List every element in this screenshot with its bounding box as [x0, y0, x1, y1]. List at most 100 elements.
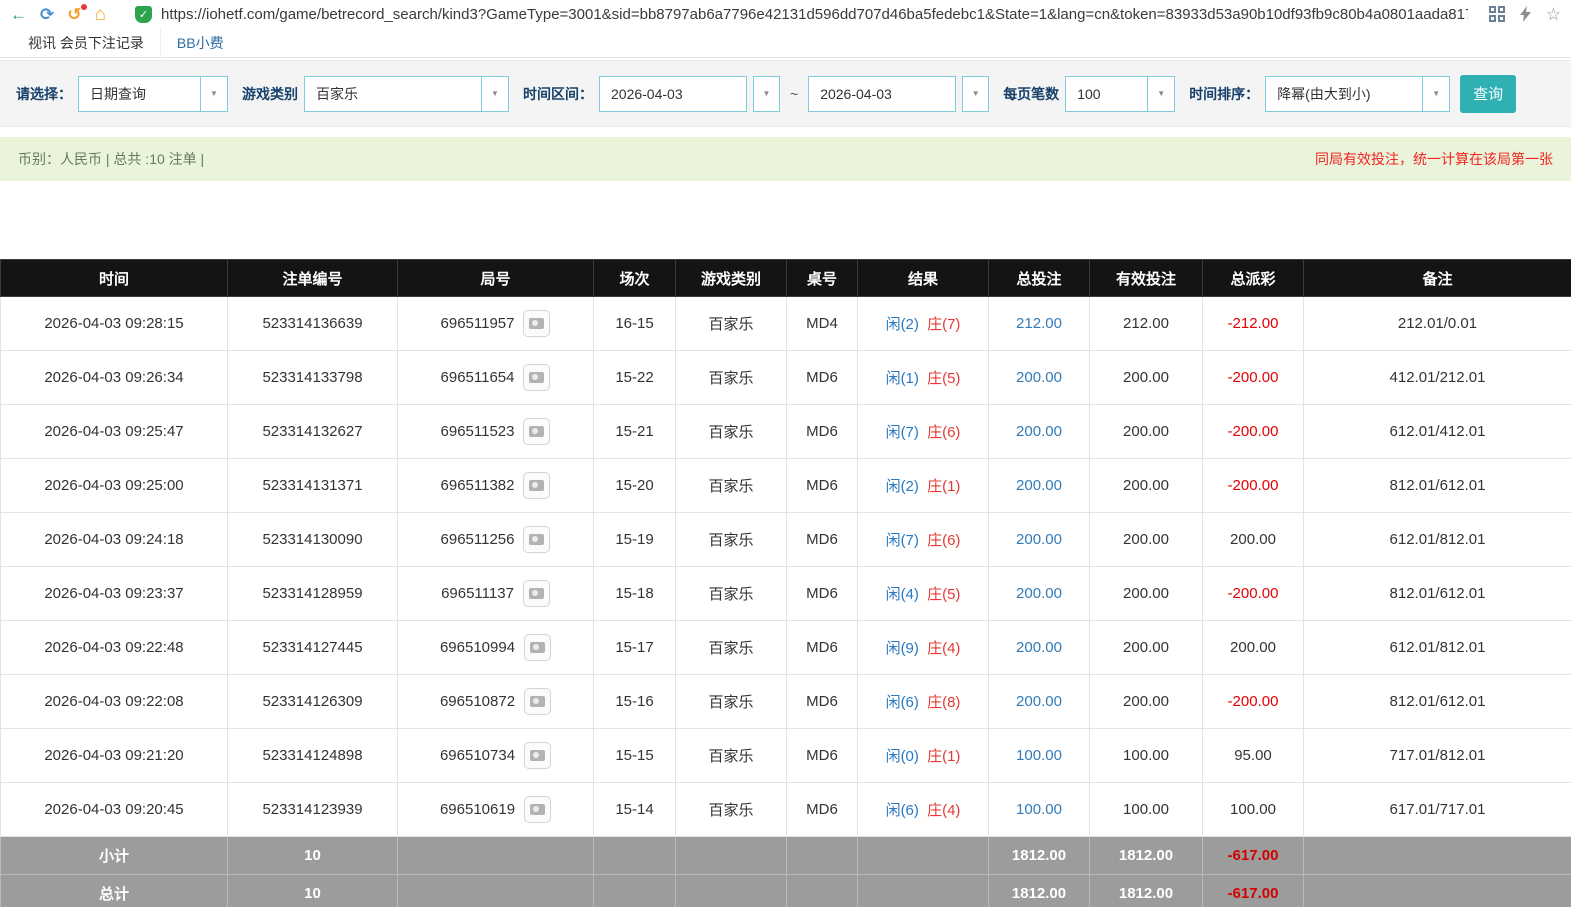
cell-remark: 812.01/612.01 — [1303, 458, 1571, 513]
video-replay-icon[interactable] — [522, 580, 550, 607]
query-type-select[interactable]: 日期查询 ▼ — [78, 75, 228, 112]
cell-bet-id: 523314136639 — [227, 296, 398, 351]
banker-result: 庄(7) — [927, 316, 961, 333]
video-replay-icon[interactable] — [523, 364, 551, 391]
tab-video-bet-records[interactable]: 视讯 会员下注记录 — [12, 29, 160, 57]
cell-bet-id: 523314124898 — [227, 728, 398, 783]
cell-total-bet[interactable]: 200.00 — [988, 350, 1090, 405]
address-bar[interactable]: ✓ https://iohetf.com/game/betrecord_sear… — [119, 5, 1468, 23]
cell-game-type: 百家乐 — [675, 404, 787, 459]
lightning-icon[interactable] — [1519, 6, 1531, 22]
cell-total-bet[interactable]: 200.00 — [988, 458, 1090, 513]
cell-total-bet[interactable]: 200.00 — [988, 566, 1090, 621]
video-replay-icon[interactable] — [523, 526, 551, 553]
grand-total-row: 总计 10 1812.00 1812.00 -617.00 — [0, 874, 1571, 907]
chevron-down-icon[interactable]: ▼ — [1422, 76, 1449, 111]
video-replay-icon[interactable] — [524, 796, 552, 823]
video-replay-icon[interactable] — [524, 688, 552, 715]
col-header-time: 时间 — [0, 259, 228, 297]
empty-cell — [397, 836, 594, 875]
table-row: 2026-04-03 09:26:34 523314133798 6965116… — [0, 350, 1571, 405]
cell-total-bet[interactable]: 200.00 — [988, 620, 1090, 675]
cell-game-type: 百家乐 — [675, 512, 787, 567]
cell-time: 2026-04-03 09:22:48 — [0, 620, 228, 675]
chevron-down-icon[interactable]: ▼ — [200, 76, 227, 111]
chevron-down-icon[interactable]: ▼ — [1147, 76, 1174, 111]
cell-total-bet[interactable]: 100.00 — [988, 728, 1090, 783]
bookmark-star-icon[interactable]: ☆ — [1546, 6, 1561, 23]
empty-cell — [675, 874, 787, 907]
tab-bb-tip[interactable]: BB小费 — [159, 28, 240, 57]
banker-result: 庄(6) — [927, 532, 961, 549]
video-replay-icon[interactable] — [524, 634, 552, 661]
browser-right-icons: ☆ — [1481, 6, 1561, 23]
empty-cell — [857, 836, 989, 875]
cell-time: 2026-04-03 09:26:34 — [0, 350, 228, 405]
video-replay-icon[interactable] — [523, 418, 551, 445]
total-payout: -617.00 — [1202, 874, 1304, 907]
col-header-table-no: 桌号 — [786, 259, 858, 297]
game-type-label: 游戏类别 — [242, 85, 298, 102]
cell-payout: -200.00 — [1202, 674, 1304, 729]
date-from-input[interactable]: 2026-04-03 — [599, 75, 747, 112]
empty-cell — [397, 874, 594, 907]
table-row: 2026-04-03 09:21:20 523314124898 6965107… — [0, 728, 1571, 783]
cell-payout: -200.00 — [1202, 350, 1304, 405]
video-replay-icon[interactable] — [523, 472, 551, 499]
date-to-input[interactable]: 2026-04-03 — [808, 75, 957, 112]
cell-total-bet[interactable]: 200.00 — [988, 674, 1090, 729]
cell-table-no: MD6 — [786, 512, 858, 567]
video-replay-icon[interactable] — [523, 310, 551, 337]
cell-total-bet[interactable]: 200.00 — [988, 512, 1090, 567]
banker-result: 庄(8) — [927, 694, 961, 711]
cell-session: 16-15 — [593, 296, 676, 351]
cell-table-no: MD6 — [786, 728, 858, 783]
table-row: 2026-04-03 09:20:45 523314123939 6965106… — [0, 782, 1571, 837]
cell-bet-id: 523314130090 — [227, 512, 398, 567]
cell-bet-id: 523314131371 — [227, 458, 398, 513]
query-button[interactable]: 查询 — [1460, 74, 1517, 113]
cell-total-bet[interactable]: 200.00 — [988, 404, 1090, 459]
empty-cell — [857, 874, 989, 907]
cell-session: 15-22 — [593, 350, 676, 405]
sort-order-label: 时间排序： — [1189, 85, 1260, 102]
cell-game-type: 百家乐 — [675, 296, 787, 351]
chevron-down-icon[interactable]: ▼ — [962, 75, 990, 112]
cell-remark: 612.01/412.01 — [1303, 404, 1571, 459]
url-text[interactable]: https://iohetf.com/game/betrecord_search… — [161, 6, 1468, 23]
cell-payout: -200.00 — [1202, 566, 1304, 621]
cell-result: 闲(0) 庄(1) — [857, 728, 989, 783]
refresh-icon[interactable]: ⟳ — [40, 6, 54, 23]
cell-valid-bet: 200.00 — [1089, 350, 1203, 405]
back-icon[interactable]: ← — [10, 6, 27, 23]
empty-cell — [593, 836, 676, 875]
video-replay-icon[interactable] — [524, 742, 552, 769]
game-type-select[interactable]: 百家乐 ▼ — [304, 75, 509, 112]
round-number: 696511654 — [440, 369, 515, 386]
undo-icon[interactable]: ↺ — [67, 3, 87, 23]
cell-valid-bet: 200.00 — [1089, 620, 1203, 675]
cell-table-no: MD6 — [786, 458, 858, 513]
chevron-down-icon[interactable]: ▼ — [753, 75, 780, 112]
empty-cell — [593, 874, 676, 907]
cell-time: 2026-04-03 09:23:37 — [0, 566, 228, 621]
chevron-down-icon[interactable]: ▼ — [481, 76, 508, 111]
table-row: 2026-04-03 09:22:08 523314126309 6965108… — [0, 674, 1571, 729]
cell-table-no: MD6 — [786, 782, 858, 837]
cell-time: 2026-04-03 09:25:00 — [0, 458, 228, 513]
home-icon[interactable]: ⌂ — [95, 5, 106, 24]
cell-game-type: 百家乐 — [675, 782, 787, 837]
page-size-select[interactable]: 100 ▼ — [1065, 75, 1176, 112]
empty-cell — [1303, 874, 1571, 907]
browser-toolbar: ← ⟳ ↺ ⌂ ✓ https://iohetf.com/game/betrec… — [0, 0, 1571, 28]
cell-total-bet[interactable]: 100.00 — [988, 782, 1090, 837]
banker-result: 庄(5) — [927, 370, 961, 387]
sort-order-select[interactable]: 降幂(由大到小) ▼ — [1265, 75, 1451, 112]
cell-table-no: MD6 — [786, 404, 858, 459]
cell-result: 闲(6) 庄(8) — [857, 674, 989, 729]
date-range-tilde: ~ — [790, 85, 799, 102]
cell-time: 2026-04-03 09:21:20 — [0, 728, 228, 783]
cell-round: 696510619 — [397, 782, 594, 837]
apps-grid-icon[interactable] — [1488, 6, 1505, 22]
cell-total-bet[interactable]: 212.00 — [988, 296, 1090, 351]
